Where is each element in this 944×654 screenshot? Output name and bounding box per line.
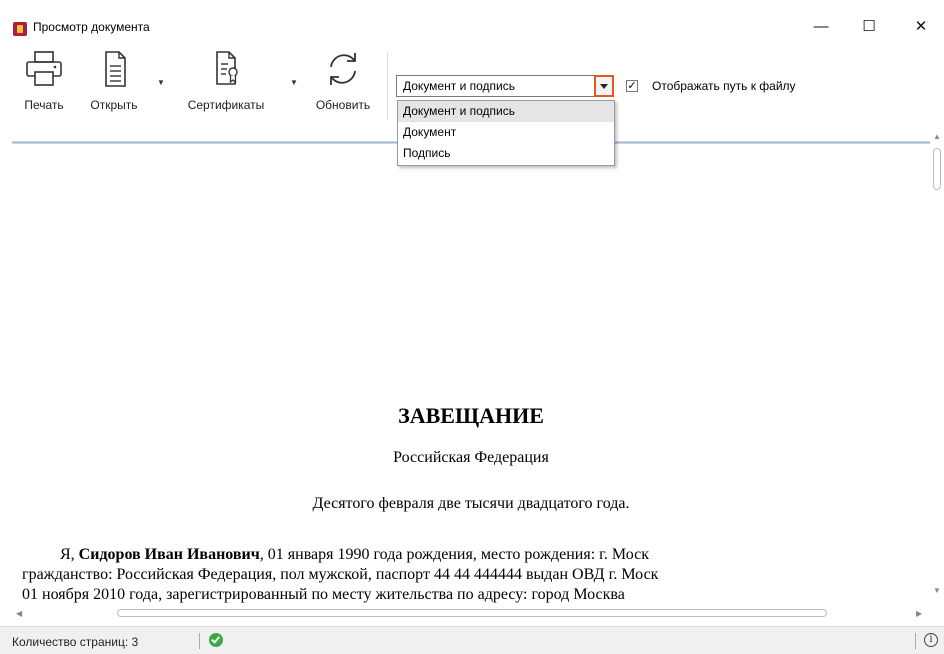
title-bar: Просмотр документа — ☐ ✕ [0, 0, 944, 40]
document-subtitle: Российская Федерация [393, 449, 549, 466]
document-body-line: Я, Сидоров Иван Иванович, 01 января 1990… [60, 546, 650, 563]
app-logo-icon [13, 22, 27, 36]
scroll-down-arrow-icon[interactable]: ▼ [933, 586, 941, 595]
print-label: Печать [24, 98, 64, 112]
view-mode-selected: Документ и подпись [403, 79, 515, 93]
view-mode-option-document[interactable]: Документ [398, 122, 614, 143]
show-path-checkbox[interactable]: ✓ [626, 80, 638, 92]
signature-valid-icon[interactable] [209, 633, 223, 647]
document-body-line: 01 ноября 2010 года, зарегистрированный … [22, 586, 625, 603]
info-icon[interactable]: i [924, 633, 938, 647]
minimize-button[interactable]: — [798, 14, 844, 40]
testator-name: Сидоров Иван Иванович [78, 546, 260, 563]
refresh-label: Обновить [315, 98, 371, 112]
open-label: Открыть [90, 98, 138, 112]
open-button[interactable]: Открыть [82, 50, 146, 122]
toolbar-separator [387, 52, 388, 120]
scroll-up-arrow-icon[interactable]: ▲ [933, 132, 941, 141]
certificates-label: Сертификаты [187, 98, 265, 112]
vertical-scroll-thumb[interactable] [933, 148, 941, 190]
document-title: ЗАВЕЩАНИЕ [398, 403, 544, 428]
status-bar: Количество страниц: 3 i [0, 626, 944, 654]
show-path-label: Отображать путь к файлу [652, 79, 796, 93]
maximize-button[interactable]: ☐ [846, 14, 892, 40]
document-view[interactable]: ЗАВЕЩАНИЕ Российская Федерация Десятого … [12, 145, 930, 613]
refresh-button[interactable]: Обновить [306, 50, 380, 122]
document-body: Я, Сидоров Иван Иванович, 01 января 1990… [22, 545, 930, 605]
open-dropdown-arrow-icon[interactable]: ▼ [157, 78, 165, 87]
view-mode-dropdown-list: Документ и подпись Документ Подпись [397, 100, 615, 166]
view-mode-option-signature[interactable]: Подпись [398, 143, 614, 164]
view-mode-dropdown-button[interactable] [594, 75, 614, 97]
view-mode-option-doc-and-signature[interactable]: Документ и подпись [398, 101, 614, 122]
vertical-scrollbar[interactable]: ▲ ▼ [930, 130, 944, 596]
document-body-line: гражданство: Российская Федерация, пол м… [22, 566, 659, 583]
certificates-dropdown-arrow-icon[interactable]: ▼ [290, 78, 298, 87]
status-separator [199, 633, 200, 649]
document-icon [105, 51, 126, 87]
close-button[interactable]: ✕ [898, 14, 944, 40]
horizontal-scroll-thumb[interactable] [117, 609, 827, 617]
certificates-button[interactable]: Сертификаты [174, 50, 278, 122]
page-count: Количество страниц: 3 [12, 635, 139, 649]
window-title: Просмотр документа [33, 20, 150, 34]
printer-icon [26, 51, 62, 86]
print-button[interactable]: Печать [14, 50, 74, 122]
status-separator [915, 633, 916, 649]
horizontal-scrollbar[interactable]: ◀ ▶ [12, 606, 930, 620]
view-mode-select[interactable]: Документ и подпись [396, 75, 614, 97]
document-date: Десятого февраля две тысячи двадцатого г… [312, 495, 630, 512]
scroll-left-arrow-icon[interactable]: ◀ [16, 609, 22, 618]
refresh-icon [330, 53, 356, 85]
scroll-right-arrow-icon[interactable]: ▶ [916, 609, 922, 618]
certificate-icon [216, 51, 238, 85]
